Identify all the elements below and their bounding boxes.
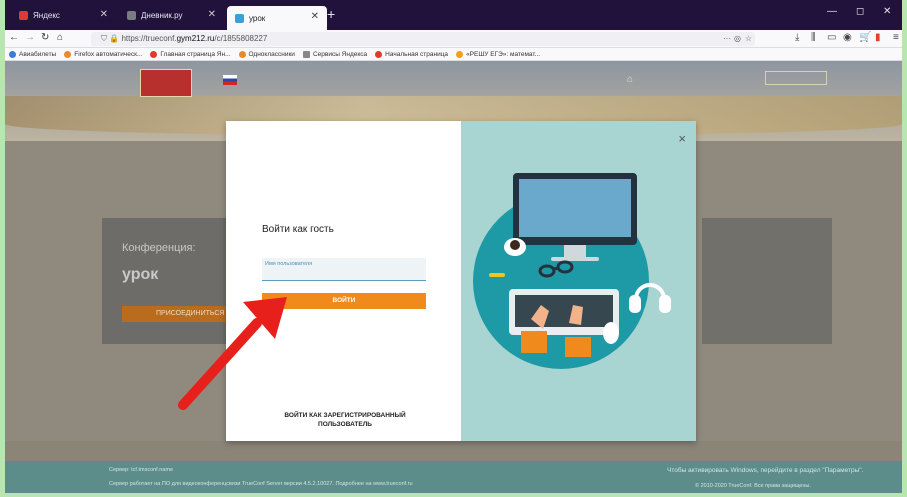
browser-window: Яндекс ✕ Дневник.ру ✕ урок ✕ + — ◻ ✕ ← →… [5, 0, 902, 493]
red-arrow-annotation [178, 297, 287, 410]
